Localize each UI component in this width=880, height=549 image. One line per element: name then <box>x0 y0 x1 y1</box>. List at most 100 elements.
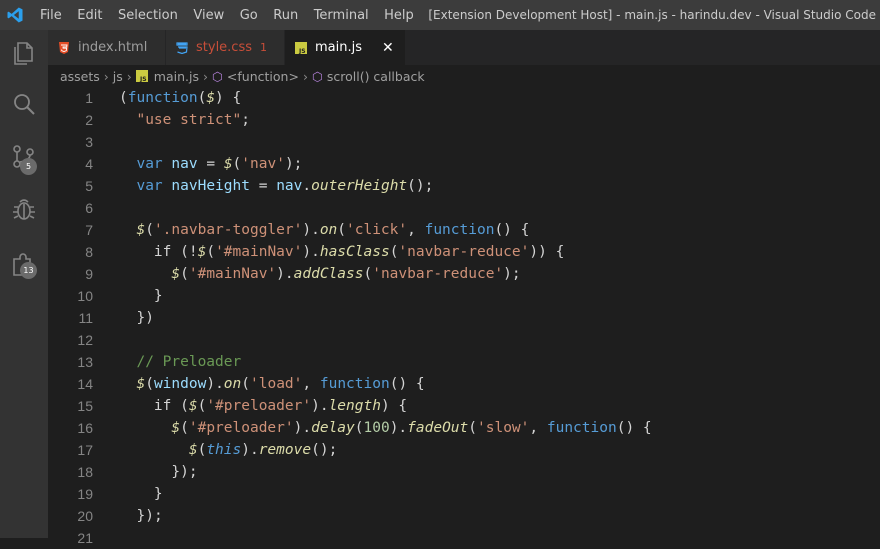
line-number: 5 <box>85 178 93 194</box>
search-icon[interactable] <box>8 89 40 121</box>
code-line[interactable]: 13 // Preloader <box>48 351 880 373</box>
js-file-icon: JS <box>295 41 307 54</box>
line-number: 11 <box>78 310 93 326</box>
symbol-function-icon: ⬡ <box>311 68 323 84</box>
line-number: 15 <box>77 398 93 414</box>
tab-problem-badge: 1 <box>260 41 267 54</box>
code-line[interactable]: 8 if (!$('#mainNav').hasClass('navbar-re… <box>48 241 880 263</box>
code-text: if (!$('#mainNav').hasClass('navbar-redu… <box>153 244 565 260</box>
menu-view[interactable]: View <box>193 8 224 23</box>
breadcrumb-assets[interactable]: assets <box>60 69 100 84</box>
chevron-right-icon: › <box>203 68 208 84</box>
extensions-badge: 13 <box>20 262 37 279</box>
line-number: 16 <box>77 420 93 436</box>
breadcrumb-main-js[interactable]: main.js <box>154 69 199 84</box>
menu-edit[interactable]: Edit <box>77 8 102 23</box>
code-text: $(window).on('load', function() { <box>136 376 425 392</box>
line-number: 6 <box>85 200 93 216</box>
code-line[interactable]: 19 } <box>48 483 880 505</box>
line-number: 19 <box>77 486 93 502</box>
code-text: var nav = $('nav'); <box>136 156 303 172</box>
window-title: [Extension Development Host] - main.js -… <box>428 8 876 22</box>
code-line[interactable]: 5 var navHeight = nav.outerHeight(); <box>48 175 880 197</box>
menu-help[interactable]: Help <box>384 8 414 23</box>
code-text: $('.navbar-toggler').on('click', functio… <box>136 222 530 238</box>
title-bar: File Edit Selection View Go Run Terminal… <box>0 0 880 30</box>
breadcrumb-function[interactable]: <function> <box>227 69 299 84</box>
code-line[interactable]: 11 }) <box>48 307 880 329</box>
code-text: }) <box>136 310 154 326</box>
line-number: 4 <box>85 156 93 172</box>
code-line[interactable]: 3 <box>48 131 880 153</box>
svg-text:JS: JS <box>139 76 147 82</box>
line-number: 8 <box>85 244 93 260</box>
explorer-icon[interactable] <box>8 37 40 69</box>
debug-icon[interactable] <box>8 193 40 225</box>
source-control-badge: 5 <box>20 158 37 175</box>
code-text: } <box>153 288 163 304</box>
code-text: $(this).remove(); <box>188 442 338 458</box>
code-line[interactable]: 20 }); <box>48 505 880 527</box>
code-text: (function($) { <box>119 90 242 106</box>
line-number: 9 <box>85 266 93 282</box>
line-number: 21 <box>77 530 93 546</box>
code-text: $('#mainNav').addClass('navbar-reduce'); <box>171 266 521 282</box>
menu-bar: File Edit Selection View Go Run Terminal… <box>40 0 429 30</box>
code-line[interactable]: 21 <box>48 527 880 549</box>
line-number: 3 <box>85 134 93 150</box>
code-text: "use strict"; <box>136 112 250 128</box>
line-number: 7 <box>85 222 93 238</box>
line-number: 14 <box>77 376 93 392</box>
breadcrumb: assets › js › JS main.js › ⬡ <function> … <box>48 65 880 87</box>
code-line[interactable]: 17 $(this).remove(); <box>48 439 880 461</box>
menu-run[interactable]: Run <box>273 8 298 23</box>
code-text: }); <box>136 508 163 524</box>
code-text: } <box>153 486 163 502</box>
tab-main-js[interactable]: JS main.js ✕ <box>285 30 406 65</box>
tab-label: main.js <box>315 40 362 55</box>
chevron-right-icon: › <box>103 68 109 84</box>
code-line[interactable]: 4 var nav = $('nav'); <box>48 153 880 175</box>
symbol-function-icon: ⬡ <box>212 68 223 84</box>
line-number: 10 <box>77 288 93 304</box>
menu-file[interactable]: File <box>40 8 62 23</box>
line-number: 17 <box>77 442 93 458</box>
close-icon[interactable]: ✕ <box>382 40 394 56</box>
html-file-icon <box>58 41 70 54</box>
line-number: 1 <box>85 90 93 106</box>
code-line[interactable]: 7 $('.navbar-toggler').on('click', funct… <box>48 219 880 241</box>
code-line[interactable]: 2 "use strict"; <box>48 109 880 131</box>
activity-bar: 5 13 <box>0 30 48 538</box>
code-line[interactable]: 18 }); <box>48 461 880 483</box>
line-number: 18 <box>77 464 93 480</box>
code-text: var navHeight = nav.outerHeight(); <box>136 178 434 194</box>
breadcrumb-scroll-callback[interactable]: scroll() callback <box>327 69 425 84</box>
tab-bar: index.html style.css 1 JS main.js ✕ <box>48 30 880 65</box>
tab-label: index.html <box>78 40 148 55</box>
code-line[interactable]: 14 $(window).on('load', function() { <box>48 373 880 395</box>
code-text: // Preloader <box>136 354 242 370</box>
line-number: 20 <box>77 508 93 524</box>
chevron-right-icon: › <box>126 68 132 84</box>
chevron-right-icon: › <box>302 68 308 84</box>
menu-selection[interactable]: Selection <box>118 8 178 23</box>
menu-terminal[interactable]: Terminal <box>314 8 369 23</box>
code-editor[interactable]: 1 (function($) { 2 "use strict"; 3 4 var nav… <box>48 87 880 546</box>
code-line[interactable]: 15 if ($('#preloader').length) { <box>48 395 880 417</box>
code-text: if ($('#preloader').length) { <box>153 398 408 414</box>
code-line[interactable]: 16 $('#preloader').delay(100).fadeOut('s… <box>48 417 880 439</box>
code-text: $('#preloader').delay(100).fadeOut('slow… <box>171 420 652 436</box>
tab-style-css[interactable]: style.css 1 <box>166 30 285 65</box>
code-line[interactable]: 9 $('#mainNav').addClass('navbar-reduce'… <box>48 263 880 285</box>
vscode-logo-icon[interactable] <box>6 6 24 24</box>
tab-index-html[interactable]: index.html <box>48 30 166 65</box>
code-line[interactable]: 6 <box>48 197 880 219</box>
code-line[interactable]: 12 <box>48 329 880 351</box>
code-line[interactable]: 1 (function($) { <box>48 87 880 109</box>
line-number: 13 <box>77 354 93 370</box>
breadcrumb-js[interactable]: js <box>113 69 123 84</box>
line-number: 2 <box>85 112 93 128</box>
tab-label: style.css <box>196 40 252 55</box>
code-line[interactable]: 10 } <box>48 285 880 307</box>
menu-go[interactable]: Go <box>240 8 258 23</box>
